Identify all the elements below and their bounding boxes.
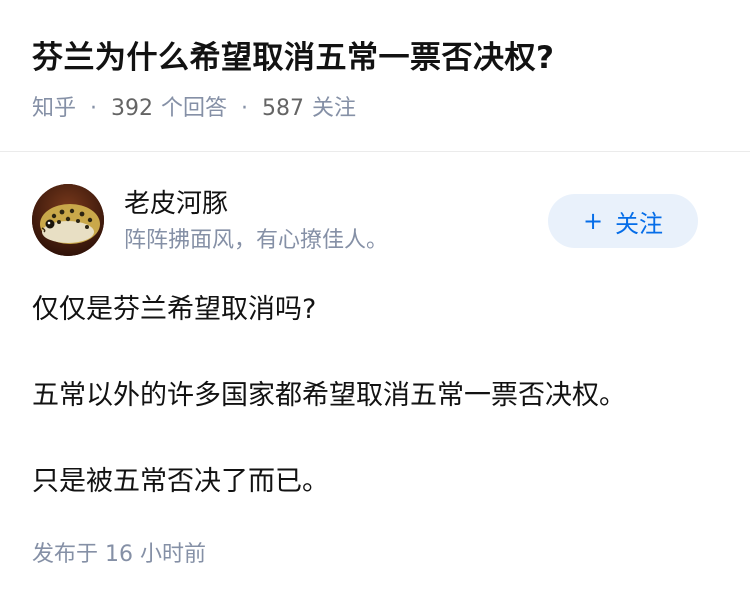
follow-count-label[interactable]: 关注 (312, 92, 356, 126)
question-title[interactable]: 芬兰为什么希望取消五常一票否决权? (32, 36, 554, 80)
answer-content: 仅仅是芬兰希望取消吗? 五常以外的许多国家都希望取消五常一票否决权。 只是被五常… (32, 288, 722, 504)
pufferfish-avatar-icon (32, 184, 104, 256)
published-time: 发布于 16 小时前 (32, 542, 206, 567)
follow-button-label: 关注 (615, 209, 664, 238)
follow-button[interactable]: + 关注 (548, 194, 698, 248)
meta-separator: · (241, 96, 249, 121)
source-label[interactable]: 知乎 (32, 92, 76, 126)
plus-icon: + (582, 207, 604, 235)
author-info: 老皮河豚 阵阵拂面风，有心撩佳人。 + 关注 (32, 184, 718, 264)
answer-count: 392 (111, 96, 154, 121)
avatar[interactable] (32, 184, 104, 256)
question-header: 芬兰为什么希望取消五常一票否决权? 知乎 · 392 个回答 · 587 关注 (0, 0, 750, 152)
author-name[interactable]: 老皮河豚 (124, 186, 228, 222)
question-meta: 知乎 · 392 个回答 · 587 关注 (32, 92, 356, 126)
answer-count-label[interactable]: 个回答 (161, 92, 227, 126)
follow-count: 587 (262, 96, 305, 121)
answer-paragraph: 仅仅是芬兰希望取消吗? (32, 294, 317, 325)
author-bio: 阵阵拂面风，有心撩佳人。 (124, 228, 389, 253)
answer-paragraph: 只是被五常否决了而已。 (32, 466, 329, 497)
answer-paragraph: 五常以外的许多国家都希望取消五常一票否决权。 (32, 380, 626, 411)
meta-separator: · (90, 96, 98, 121)
